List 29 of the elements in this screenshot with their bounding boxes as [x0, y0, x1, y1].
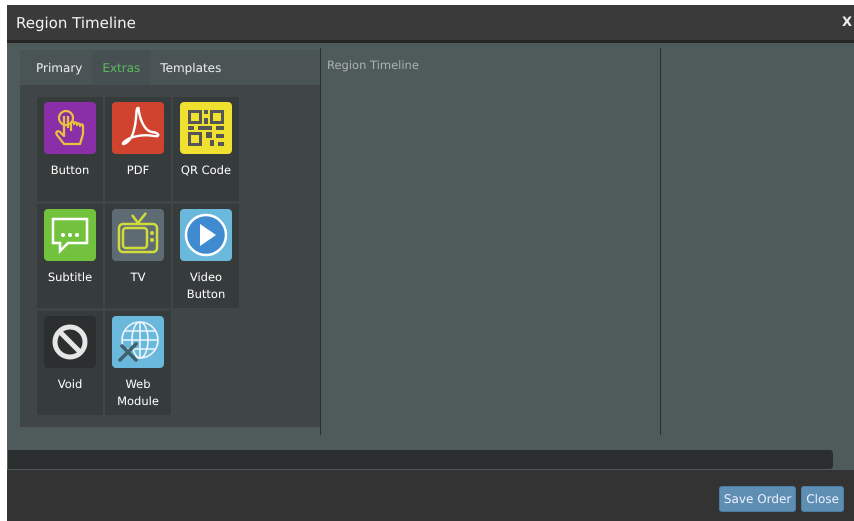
module-tile[interactable]: TV: [105, 204, 171, 308]
module-tile[interactable]: Subtitle: [37, 204, 103, 308]
module-label: Web Module: [116, 376, 160, 410]
module-tile[interactable]: Video Button: [173, 204, 239, 308]
tab[interactable]: Templates: [150, 50, 232, 85]
module-label: Button: [50, 162, 90, 179]
module-label: TV: [130, 269, 146, 286]
tab[interactable]: Primary: [26, 50, 92, 85]
module-label: PDF: [126, 162, 150, 179]
play-icon: [180, 209, 232, 261]
module-tile[interactable]: PDF: [105, 97, 171, 201]
window-title: Region Timeline: [16, 14, 136, 32]
timeline-heading: Region Timeline: [327, 58, 419, 72]
title-bar-x-button[interactable]: X: [840, 15, 854, 30]
module-label: Subtitle: [46, 269, 94, 286]
module-tile[interactable]: Button: [37, 97, 103, 201]
qr-code-icon: [180, 102, 232, 154]
globe-tools-icon: [112, 316, 164, 368]
module-label: QR Code: [180, 162, 232, 179]
prohibited-icon: [44, 316, 96, 368]
module-label: Video Button: [186, 269, 226, 303]
tv-icon: [112, 209, 164, 261]
pdf-icon: [112, 102, 164, 154]
module-label: Void: [56, 376, 84, 393]
speech-bubble-icon: [44, 209, 96, 261]
module-tile[interactable]: Void: [37, 311, 103, 415]
module-tile[interactable]: QR Code: [173, 97, 239, 201]
hand-pointer-icon: [44, 102, 96, 154]
module-tile[interactable]: Web Module: [105, 311, 171, 415]
